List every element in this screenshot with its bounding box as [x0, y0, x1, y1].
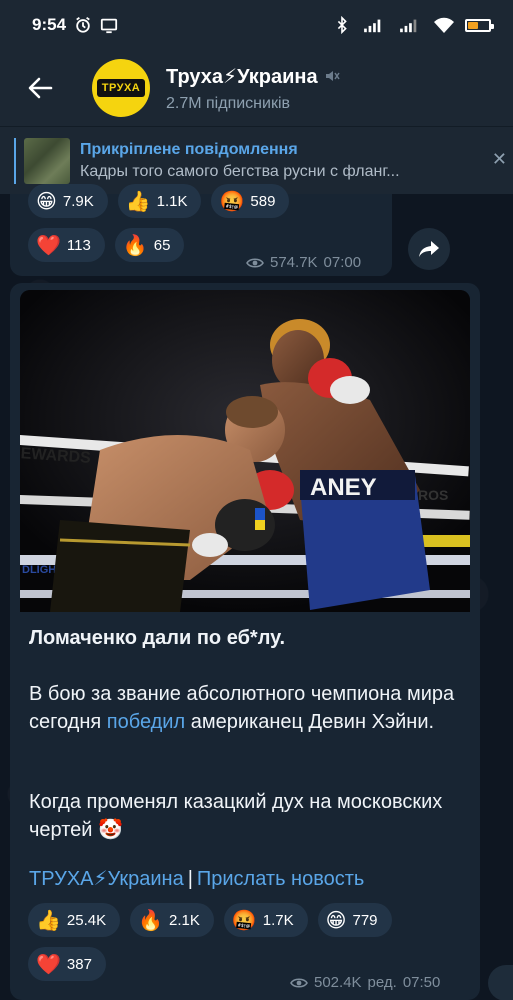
reactions-row-1: 😁 7.9K 👍 1.1K 🤬 589: [28, 184, 388, 218]
eye-icon: [246, 257, 264, 268]
clock: 9:54: [32, 15, 67, 34]
channel-title: Труха⚡Украина: [166, 65, 318, 88]
arrow-left-icon: [28, 77, 53, 99]
reaction-laugh[interactable]: 😁 779: [317, 903, 392, 937]
signal-icon: [364, 19, 381, 33]
screen-cast-icon: [100, 18, 118, 34]
reaction-count: 7.9K: [62, 192, 94, 210]
reaction-count: 2.1K: [169, 911, 200, 929]
signature-separator: |: [187, 868, 193, 890]
reaction-count: 589: [250, 192, 276, 210]
paragraph-text: американец Девин Хэйни.: [185, 711, 435, 733]
message-title: Ломаченко дали по еб*лу.: [29, 627, 286, 649]
eye-icon: [290, 977, 308, 988]
thumbs-up-icon: 👍: [36, 908, 61, 932]
reaction-count: 387: [66, 955, 92, 973]
scroll-down-button[interactable]: [488, 965, 513, 1000]
close-icon[interactable]: ✕: [492, 149, 507, 170]
bluetooth-icon: [337, 16, 347, 34]
chat-header: ТРУХА Труха⚡Украина 2.7M підписників: [0, 50, 513, 126]
reactions-row-4: ❤️ 387: [28, 947, 228, 981]
forward-button[interactable]: [408, 228, 450, 270]
reaction-count: 1.7K: [262, 911, 294, 929]
reaction-heart[interactable]: ❤️ 387: [28, 947, 106, 981]
message-meta-1: 574.7K 07:00: [246, 254, 361, 271]
reactions-row-3: 👍 25.4K 🔥 2.1K 🤬 1.7K 😁 779: [28, 903, 468, 937]
pinned-thumbnail: [24, 137, 70, 184]
view-count: 502.4K: [314, 974, 362, 991]
thumbs-up-icon: 👍: [125, 189, 151, 213]
reaction-count: 1.1K: [156, 192, 188, 210]
message-paragraph-1: В бою за звание абсолютного чемпиона мир…: [29, 680, 469, 736]
pinned-indicator: [14, 137, 16, 184]
message-signature: ТРУХА⚡Украина | Прислать новость: [29, 866, 364, 891]
message-time: 07:50: [402, 974, 441, 991]
signal-2-icon: [400, 19, 417, 33]
subscriber-count: 2.7M підписників: [166, 94, 290, 112]
heart-icon: ❤️: [36, 233, 61, 257]
fire-icon: 🔥: [122, 233, 148, 257]
view-count: 574.7K: [270, 254, 318, 271]
channel-avatar[interactable]: ТРУХА: [92, 59, 150, 117]
status-bar: 9:54: [0, 0, 513, 50]
pinned-title: Прикріплене повідомлення: [80, 140, 298, 158]
wifi-icon: [434, 17, 454, 33]
reaction-count: 779: [352, 911, 378, 929]
message-paragraph-2: Когда променял казацкий дух на московски…: [29, 791, 443, 841]
reaction-laugh[interactable]: 😁 7.9K: [28, 184, 108, 218]
reaction-count: 65: [153, 236, 171, 254]
message-photo[interactable]: EWARDS DLIGHT ROS ANEY: [20, 290, 470, 612]
grin-icon: 😁: [325, 908, 347, 932]
rope-text-right: ROS: [418, 487, 448, 503]
channel-info[interactable]: Труха⚡Украина 2.7M підписників: [166, 64, 340, 113]
swear-face-icon: 🤬: [231, 908, 257, 932]
reaction-thumbs-up[interactable]: 👍 25.4K: [28, 903, 121, 937]
channel-logo: ТРУХА: [96, 79, 146, 97]
share-arrow-icon: [419, 241, 439, 257]
message-time: 07:00: [323, 254, 362, 271]
reaction-thumbs-up[interactable]: 👍 1.1K: [117, 184, 202, 218]
reaction-fire[interactable]: 🔥 65: [114, 228, 185, 262]
alarm-icon: [76, 17, 90, 33]
send-news-link[interactable]: Прислать новость: [197, 868, 364, 890]
back-button[interactable]: [10, 58, 70, 118]
channel-link[interactable]: ТРУХА⚡Украина: [29, 868, 184, 890]
battery-icon: [465, 18, 494, 32]
message-meta-2: 502.4K ред. 07:50: [290, 974, 440, 991]
pinned-preview: Кадры того самого бегства русни с фланг.…: [80, 162, 400, 180]
reaction-swear[interactable]: 🤬 589: [211, 184, 290, 218]
boxing-photo: EWARDS DLIGHT ROS ANEY: [20, 290, 470, 612]
reaction-fire[interactable]: 🔥 2.1K: [130, 903, 214, 937]
muted-icon: [325, 71, 340, 81]
trunks-text: ANEY: [310, 474, 377, 501]
reaction-count: 113: [66, 236, 91, 254]
inline-link-won[interactable]: победил: [107, 711, 185, 733]
swear-face-icon: 🤬: [219, 189, 245, 213]
edited-label: ред.: [367, 974, 397, 991]
reaction-count: 25.4K: [66, 911, 107, 929]
heart-icon: ❤️: [36, 952, 61, 976]
fire-icon: 🔥: [138, 908, 164, 932]
grin-icon: 😁: [36, 189, 57, 213]
reaction-swear[interactable]: 🤬 1.7K: [223, 903, 308, 937]
reaction-heart[interactable]: ❤️ 113: [28, 228, 105, 262]
